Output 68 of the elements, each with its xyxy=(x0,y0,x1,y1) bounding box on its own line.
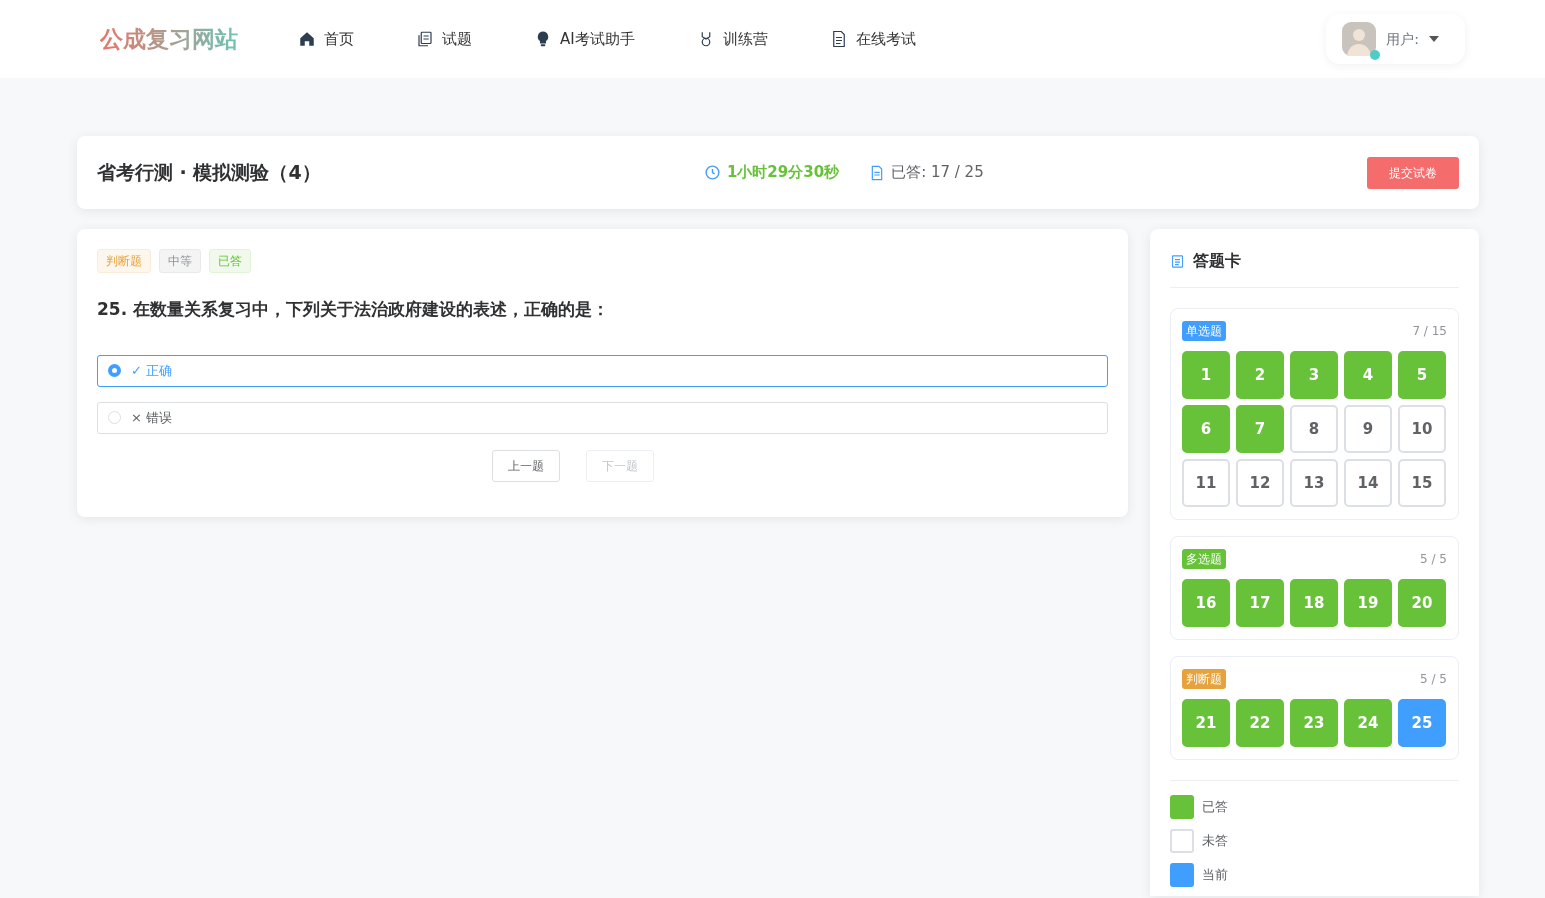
document-icon xyxy=(1170,253,1185,269)
legend-swatch xyxy=(1170,863,1194,887)
question-number-button[interactable]: 13 xyxy=(1290,459,1338,507)
question-number-button[interactable]: 18 xyxy=(1290,579,1338,627)
question-number-button[interactable]: 16 xyxy=(1182,579,1230,627)
question-number-button[interactable]: 3 xyxy=(1290,351,1338,399)
legend-swatch xyxy=(1170,829,1194,853)
question-number-button[interactable]: 11 xyxy=(1182,459,1230,507)
legend-label: 未答 xyxy=(1202,832,1228,851)
question-number-button[interactable]: 5 xyxy=(1398,351,1446,399)
nav-link[interactable]: 试题 xyxy=(416,27,472,51)
nav-label: 试题 xyxy=(442,28,472,50)
question-number-button[interactable]: 2 xyxy=(1236,351,1284,399)
nav-label: 训练营 xyxy=(722,28,768,50)
question-type-tag: 判断题 xyxy=(1182,669,1226,689)
question-type-tag: 单选题 xyxy=(1182,321,1226,341)
question-number-button[interactable]: 14 xyxy=(1344,459,1392,507)
question-number-button[interactable]: 7 xyxy=(1236,405,1284,453)
radio-button[interactable] xyxy=(108,364,121,377)
panel-title: 答题卡 xyxy=(1193,250,1241,272)
nav-link[interactable]: AI考试助手 xyxy=(534,27,635,51)
question-type-tag: 多选题 xyxy=(1182,549,1226,569)
clock-icon xyxy=(703,164,721,181)
nav-link[interactable]: 在线考试 xyxy=(829,27,916,51)
question-number-button[interactable]: 4 xyxy=(1344,351,1392,399)
submit-button[interactable]: 提交试卷 xyxy=(1367,156,1459,189)
nav-label: AI考试助手 xyxy=(560,28,635,50)
countdown-timer: 1小时29分30秒 xyxy=(726,162,840,184)
legend-swatch xyxy=(1170,795,1194,819)
answer-option[interactable]: × 错误 xyxy=(97,401,1108,434)
avatar-icon xyxy=(1342,22,1377,56)
question-text: 25. 在数量关系复习中，下列关于法治政府建设的表述，正确的是： xyxy=(97,298,611,321)
question-number-button[interactable]: 25 xyxy=(1398,699,1446,747)
nav-link[interactable]: 训练营 xyxy=(696,27,768,51)
question-number-button[interactable]: 9 xyxy=(1344,405,1392,453)
question-number-button[interactable]: 15 xyxy=(1398,459,1446,507)
question-number-button[interactable]: 23 xyxy=(1290,699,1338,747)
legend-label: 当前 xyxy=(1202,866,1228,885)
user-menu[interactable]: 用户: xyxy=(1326,14,1465,64)
question-number-button[interactable]: 22 xyxy=(1236,699,1284,747)
legend-label: 已答 xyxy=(1202,798,1228,817)
home-icon xyxy=(298,30,316,48)
pages-icon xyxy=(416,30,434,48)
question-number-button[interactable]: 12 xyxy=(1236,459,1284,507)
question-tag: 判断题 xyxy=(97,249,151,273)
question-number-button[interactable]: 19 xyxy=(1344,579,1392,627)
question-number-button[interactable]: 21 xyxy=(1182,699,1230,747)
question-number-button[interactable]: 6 xyxy=(1182,405,1230,453)
answered-count: 5 / 5 xyxy=(1420,551,1447,568)
answered-count: 已答: 17 / 25 xyxy=(891,162,984,184)
previous-button[interactable]: 上一题 xyxy=(491,449,560,482)
question-number-button[interactable]: 1 xyxy=(1182,351,1230,399)
question-number-button[interactable]: 17 xyxy=(1236,579,1284,627)
answered-count: 5 / 5 xyxy=(1420,671,1447,688)
nav-label: 在线考试 xyxy=(855,28,916,50)
question-number-button[interactable]: 8 xyxy=(1290,405,1338,453)
user-name: 用户: xyxy=(1386,29,1419,49)
nav-link[interactable]: 首页 xyxy=(298,27,354,51)
answered-count: 7 / 15 xyxy=(1412,323,1447,340)
nav-label: 首页 xyxy=(324,28,354,50)
answer-option[interactable]: ✓ 正确 xyxy=(97,354,1108,387)
question-number-button[interactable]: 24 xyxy=(1344,699,1392,747)
question-number-button[interactable]: 20 xyxy=(1398,579,1446,627)
question-number-button[interactable]: 10 xyxy=(1398,405,1446,453)
caret-icon xyxy=(1429,36,1439,42)
question-tag: 已答 xyxy=(209,249,251,273)
question-tag: 中等 xyxy=(159,249,201,273)
exam-title: 省考行测 · 模拟测验（4） xyxy=(97,160,321,186)
